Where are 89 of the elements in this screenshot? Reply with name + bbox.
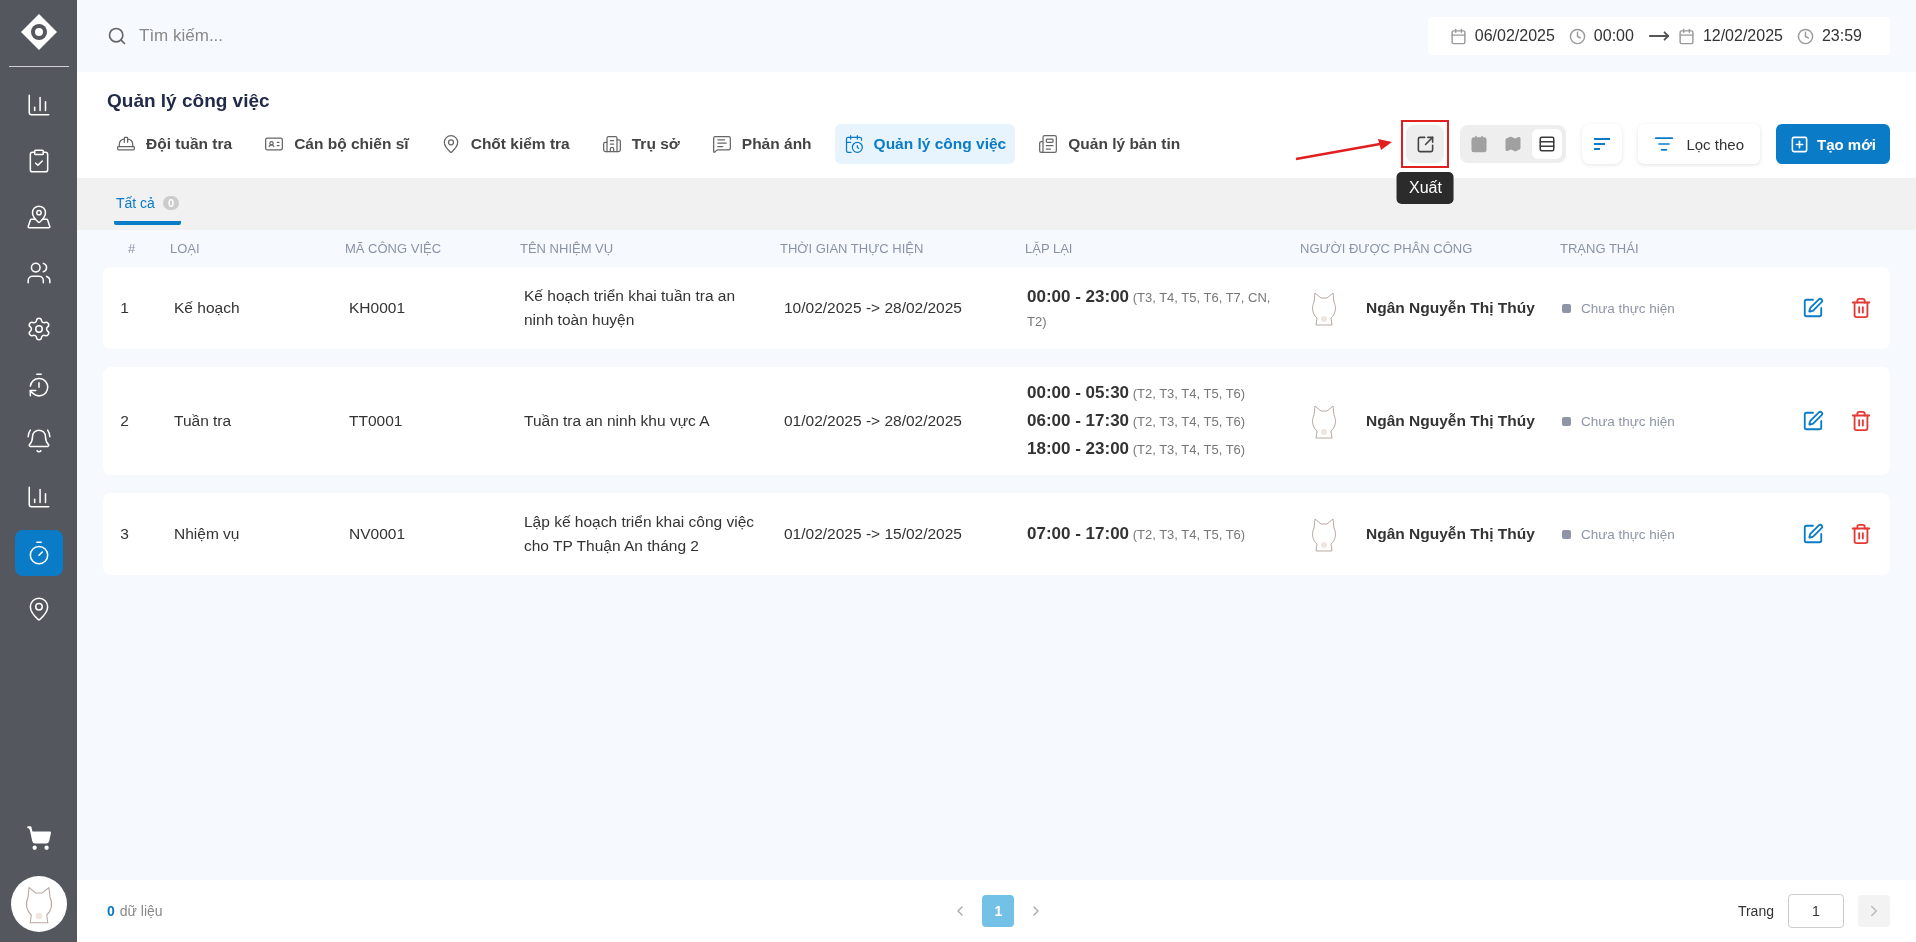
table-cell-text: 1	[119, 298, 130, 318]
status-text: Chưa thực hiện	[1581, 526, 1675, 542]
tooltip: Xuất	[1397, 172, 1454, 204]
nav-tab[interactable]: Quản lý công việc	[834, 124, 1016, 164]
edit-button[interactable]	[1802, 297, 1824, 319]
table-cell-text: 01/02/2025 -> 15/02/2025	[783, 524, 963, 545]
table-cell-text: Kế hoạch	[173, 298, 241, 318]
edit-button[interactable]	[1802, 523, 1824, 546]
edit-icon	[1802, 523, 1824, 546]
plus-icon	[1790, 134, 1809, 154]
column-header: NGƯỜI ĐƯỢC PHÂN CÔNG	[1299, 241, 1474, 256]
cart-icon	[25, 825, 52, 851]
table-cell-text: Kế hoạch triển khai tuần tra an ninh toàn huyện	[523, 286, 737, 330]
edit-icon	[1802, 410, 1824, 433]
column-header: LẶP LẠI	[1024, 241, 1074, 256]
export-icon	[1415, 134, 1435, 154]
status-text: Chưa thực hiện	[1581, 413, 1675, 429]
record-count: 0	[107, 903, 115, 919]
schedule-text: 06:00 - 17:30 (T2, T3, T4, T5, T6)	[1027, 410, 1247, 433]
building-icon	[601, 134, 622, 154]
filter-icon	[1654, 134, 1675, 154]
sort-icon	[1593, 137, 1612, 151]
bell-icon	[25, 428, 52, 454]
delete-button[interactable]	[1850, 410, 1872, 433]
table-cell-text: Tuần tra an ninh khu vực A	[523, 411, 711, 432]
page-label: Trang	[1737, 903, 1774, 919]
sort-button[interactable]	[1582, 124, 1623, 164]
column-header: MÃ CÔNG VIỆC	[344, 241, 443, 256]
schedule-text: 00:00 - 23:00 (T3, T4, T5, T6, T7, CN, T2)	[1027, 286, 1272, 332]
column-header: LOẠI	[169, 241, 201, 256]
search-icon	[107, 26, 127, 46]
settings-icon	[25, 316, 52, 342]
map-icon	[1504, 134, 1523, 154]
schedule-text: 07:00 - 17:00 (T2, T3, T4, T5, T6)	[1027, 523, 1247, 546]
calendar-icon	[1677, 27, 1695, 45]
assignee-name: Ngân Nguyễn Thị Thúy	[1366, 412, 1535, 431]
delete-icon	[1850, 523, 1872, 546]
column-header: #	[126, 241, 137, 256]
table-cell-text: TT0001	[348, 411, 404, 432]
table-cell-text: 10/02/2025 -> 28/02/2025	[783, 298, 963, 318]
chart-icon	[25, 92, 52, 118]
clock-icon	[1796, 27, 1814, 45]
table-cell-text: Nhiệm vụ	[173, 524, 241, 545]
nav-tab[interactable]: Quản lý bản tin	[1029, 124, 1190, 164]
table-cell-text: 01/02/2025 -> 28/02/2025	[783, 411, 963, 432]
page-title: Quản lý công việc	[107, 90, 271, 112]
delete-button[interactable]	[1850, 523, 1872, 546]
column-header: THỜI GIAN THỰC HIỆN	[779, 241, 925, 256]
schedule-text: 00:00 - 05:30 (T2, T3, T4, T5, T6)	[1027, 382, 1247, 404]
nav-tab[interactable]: Chốt kiểm tra	[431, 124, 579, 164]
calendar-icon	[1470, 134, 1489, 154]
table-cell-text: Tuần tra	[173, 411, 233, 432]
clock-icon	[1568, 27, 1586, 45]
record-label: dữ liệu	[119, 903, 163, 919]
table-cell-text: Lập kế hoạch triển khai công việc cho TP Thuận An tháng 2	[523, 512, 756, 557]
assignee-name: Ngân Nguyễn Thị Thúy	[1366, 525, 1535, 544]
nav-tab[interactable]: Cán bộ chiến sĩ	[255, 124, 418, 164]
calendar-clock-icon	[843, 134, 864, 154]
search-field[interactable]: Tìm kiếm...	[137, 25, 477, 47]
page-input[interactable]: 1	[1788, 894, 1844, 928]
delete-button[interactable]	[1850, 297, 1872, 319]
map-icon	[25, 204, 52, 230]
table-cell-text: 3	[119, 524, 130, 545]
nav-tab[interactable]: Phản ánh	[702, 124, 821, 164]
status-text: Chưa thực hiện	[1581, 300, 1675, 316]
table-cell-text: KH0001	[348, 298, 406, 318]
people-icon	[25, 260, 52, 286]
assignee-name: Ngân Nguyễn Thị Thúy	[1366, 299, 1535, 317]
schedule-text: 18:00 - 23:00 (T2, T3, T4, T5, T6)	[1027, 438, 1247, 461]
nav-tab[interactable]: Trụ sở	[592, 124, 689, 164]
table-cell-text: NV0001	[348, 524, 406, 545]
table-cell-text: 2	[119, 411, 130, 432]
message-icon	[711, 134, 732, 154]
create-button[interactable]: Tạo mới	[1776, 124, 1890, 164]
newspaper-icon	[1038, 134, 1059, 154]
delete-icon	[1850, 410, 1872, 433]
calendar-icon	[1449, 27, 1467, 45]
edit-icon	[1802, 297, 1824, 319]
filter-button[interactable]: Lọc theo	[1638, 124, 1760, 164]
nav-tab[interactable]: Đội tuần tra	[107, 124, 242, 164]
bar-chart-icon	[25, 484, 52, 510]
edit-button[interactable]	[1802, 410, 1824, 433]
sidebar-item[interactable]	[14, 530, 63, 576]
delete-icon	[1850, 297, 1872, 319]
column-header: TÊN NHIỆM VỤ	[519, 241, 615, 256]
list-icon	[1538, 134, 1557, 154]
list-view-button[interactable]	[1532, 129, 1563, 159]
date-range-picker[interactable]: 06/02/2025 00:00 12/02/2025 23:59	[1427, 17, 1890, 55]
column-header: TRẠNG THÁI	[1559, 241, 1640, 256]
